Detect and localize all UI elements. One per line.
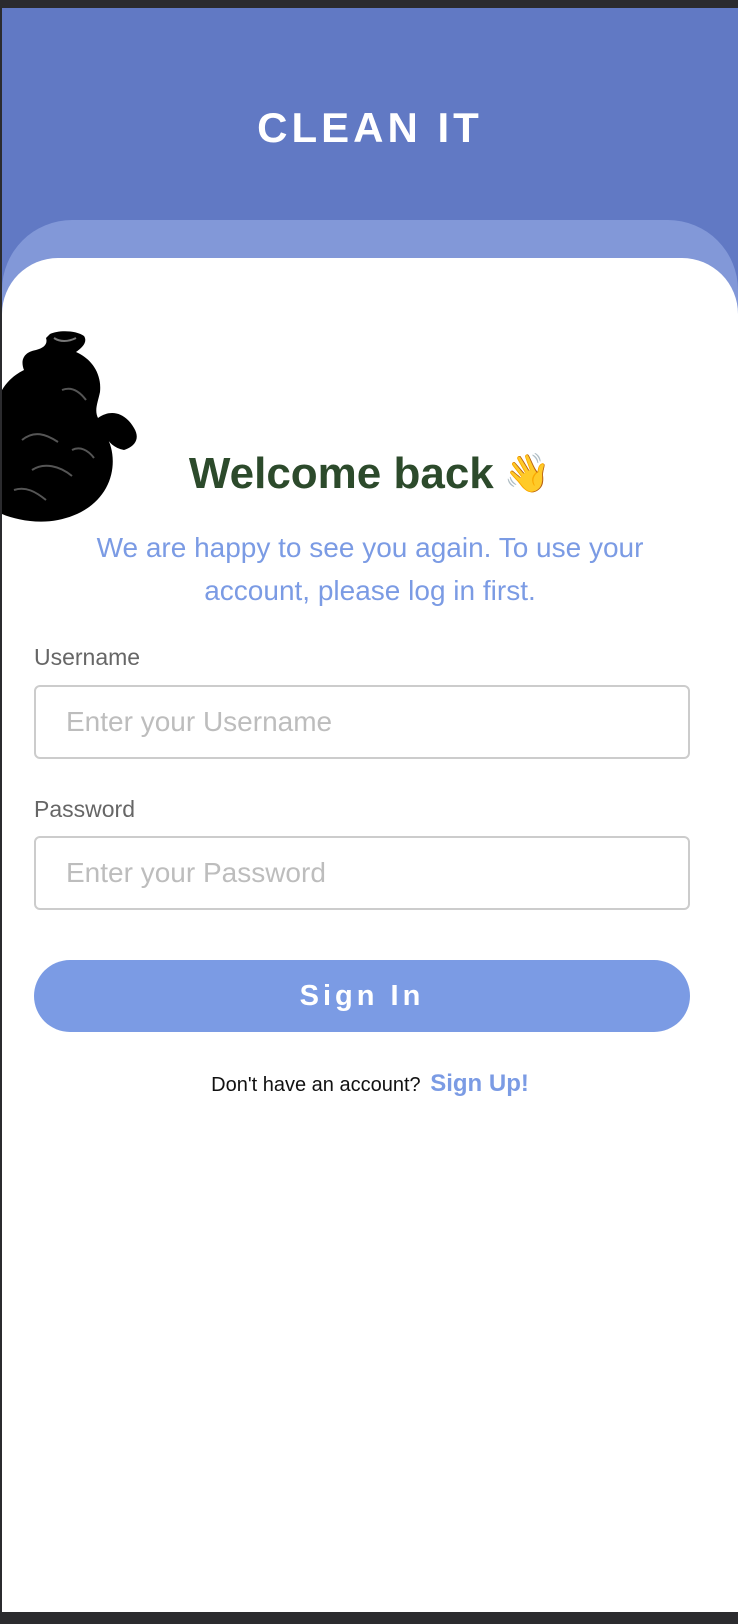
username-label: Username xyxy=(34,644,141,670)
app-screen: CLEAN IT Welcome back 👋 We are happy to s… xyxy=(2,8,738,1612)
welcome-heading: Welcome back 👋 xyxy=(2,446,738,502)
welcome-title: Welcome back xyxy=(188,449,494,498)
waving-hand-icon: 👋 xyxy=(503,453,552,495)
sign-up-link[interactable]: Sign Up! xyxy=(430,1070,529,1097)
username-input[interactable] xyxy=(34,685,690,759)
signup-prompt: Don't have an account? xyxy=(211,1074,421,1096)
app-title: CLEAN IT xyxy=(257,104,483,151)
signup-prompt-row: Don't have an account? Sign Up! xyxy=(2,1070,738,1098)
password-input[interactable] xyxy=(34,836,690,910)
password-label: Password xyxy=(34,796,135,822)
welcome-subtitle: We are happy to see you again. To use yo… xyxy=(96,532,644,606)
sign-in-button[interactable]: Sign In xyxy=(34,960,690,1032)
